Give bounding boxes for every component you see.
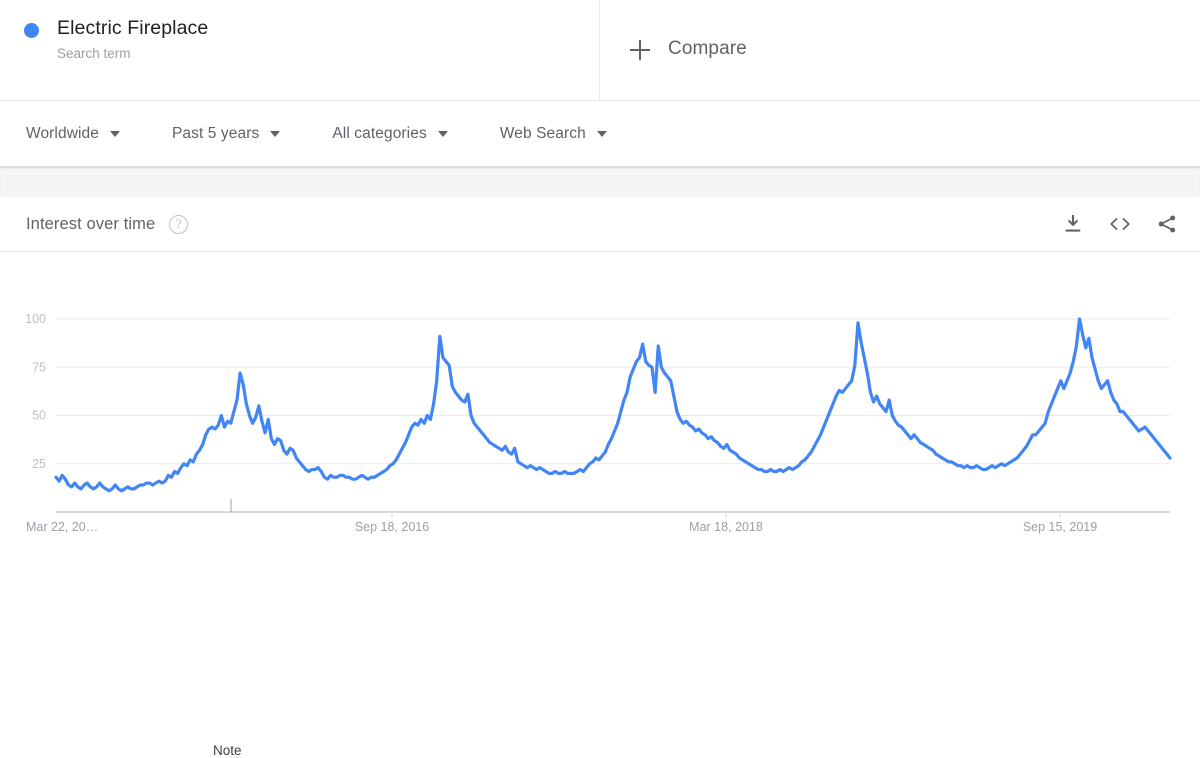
trend-line-electric-fireplace[interactable] — [54, 317, 1172, 493]
chart-title: Interest over time — [26, 214, 156, 233]
search-term-subtitle: Search term — [57, 46, 131, 61]
y-axis-tick-label: 100 — [25, 312, 46, 326]
chevron-down-icon — [437, 130, 448, 137]
filter-all-categories[interactable]: All categories — [332, 124, 448, 143]
filter-past-5-years[interactable]: Past 5 years — [171, 124, 281, 143]
filter-web-search[interactable]: Web Search — [500, 125, 607, 143]
filter-label: Web Search — [499, 124, 586, 142]
share-icon[interactable] — [1156, 213, 1178, 235]
help-icon[interactable]: ? — [169, 214, 189, 234]
embed-code-icon[interactable] — [1108, 213, 1132, 235]
filter-bar: Worldwide Past 5 years All categories Web S… — [0, 101, 1200, 167]
search-term-bar: Electric Fireplace Search term Compare — [0, 0, 1200, 101]
chart-header: Interest over time ? — [0, 197, 1200, 252]
filter-label: Past 5 years — [171, 124, 260, 142]
filter-label: All categories — [332, 124, 427, 142]
chevron-down-icon — [270, 130, 281, 137]
search-term-card[interactable]: Electric Fireplace Search term — [0, 0, 600, 100]
chart-actions — [1062, 213, 1178, 235]
plus-icon — [630, 40, 650, 60]
y-axis-tick-label: 75 — [32, 360, 46, 374]
download-icon[interactable] — [1062, 213, 1084, 235]
x-axis-tick-label: Mar 22, 20… — [26, 520, 98, 534]
chart-plot-area: 25 50 75 100 Mar 22, 20… Sep 18, 2016 Mar 18, … — [0, 252, 1200, 758]
search-term-title: Electric Fireplace — [57, 17, 209, 39]
section-divider — [0, 167, 1200, 197]
chevron-down-icon — [596, 130, 607, 137]
x-axis-tick-label: Mar 18, 2018 — [689, 520, 763, 534]
interest-over-time-card: Interest over time ? 25 50 75 100 Mar 22, 20… — [0, 197, 1200, 758]
y-axis-tick-label: 50 — [32, 409, 46, 423]
x-axis-tick-label: Sep 18, 2016 — [355, 520, 429, 534]
filter-worldwide[interactable]: Worldwide — [26, 125, 120, 143]
interest-over-time-line-chart[interactable]: 25 50 75 100 Mar 22, 20… Sep 18, 2016 Mar 18, … — [0, 252, 1200, 612]
note-annotation-label: Note — [213, 743, 242, 758]
add-comparison-button[interactable]: Compare — [600, 0, 1200, 100]
chevron-down-icon — [109, 130, 120, 137]
series-color-dot — [24, 23, 39, 38]
compare-label: Compare — [668, 38, 747, 59]
x-axis-tick-label: Sep 15, 2019 — [1023, 520, 1097, 534]
y-axis-tick-label: 25 — [32, 457, 46, 471]
filter-label: Worldwide — [26, 124, 99, 142]
